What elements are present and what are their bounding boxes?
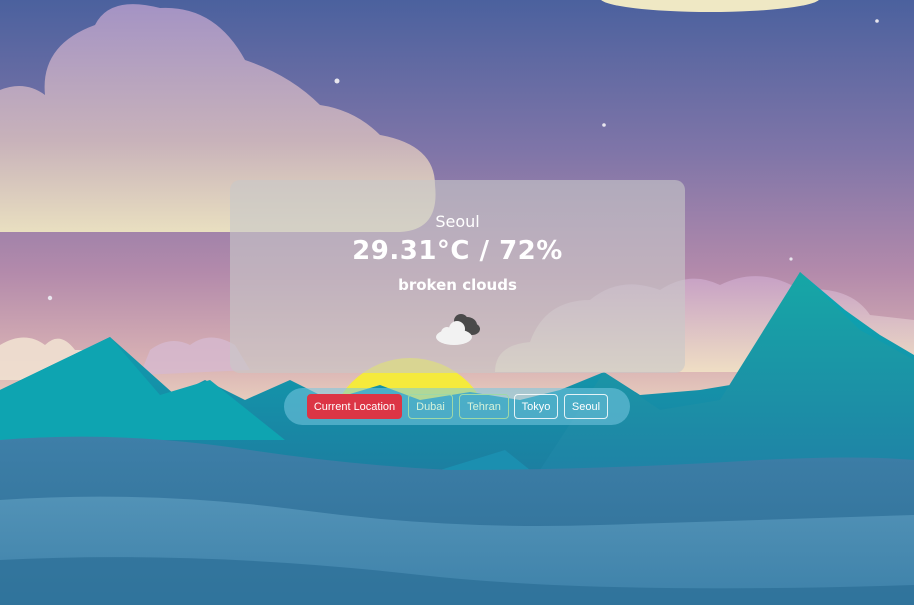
city-button-dubai[interactable]: Dubai: [408, 394, 453, 419]
weather-card: Seoul 29.31°C / 72% broken clouds: [230, 180, 685, 373]
weather-description: broken clouds: [398, 276, 517, 294]
broken-clouds-icon: [436, 314, 480, 345]
current-location-button[interactable]: Current Location: [307, 394, 402, 419]
city-button-tokyo[interactable]: Tokyo: [514, 394, 558, 419]
city-button-seoul[interactable]: Seoul: [564, 394, 608, 419]
temperature-humidity: 29.31°C / 72%: [352, 236, 563, 266]
city-button-tehran[interactable]: Tehran: [459, 394, 509, 419]
location-button-bar: Current Location Dubai Tehran Tokyo Seou…: [284, 388, 630, 425]
city-name: Seoul: [435, 212, 480, 231]
